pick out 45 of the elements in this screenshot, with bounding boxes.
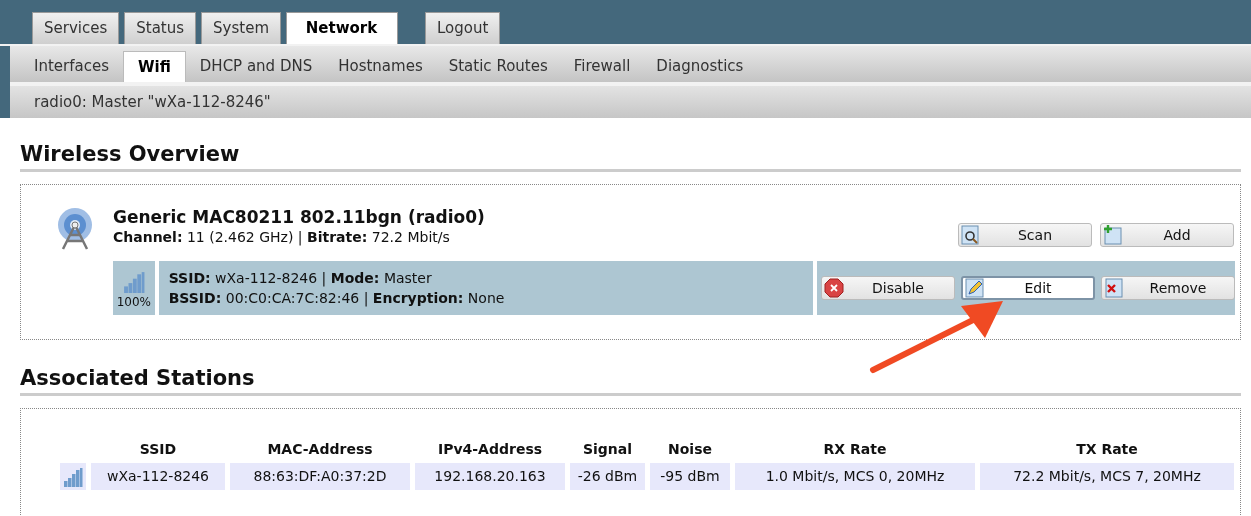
column-header: TX Rate [1075,440,1139,460]
nav-tab[interactable]: Status [124,12,197,44]
section-heading: Associated Stations [20,366,1241,397]
action-button[interactable]: Add [1100,223,1234,248]
column-header: Noise [667,440,713,460]
sub-tab[interactable]: Interfaces [22,51,121,82]
breadcrumb: radio0: Master "wXa-112-8246" [10,86,1251,118]
nav-tab[interactable]: Logout [425,12,501,44]
table-cell: 1.0 Mbit/s, MCS 0, 20MHz [735,463,975,491]
column-header: RX Rate [822,440,888,460]
network-line: SSID: wXa-112-8246 | Mode: Master [168,268,433,289]
action-button[interactable]: Disable [821,276,955,301]
sub-tab[interactable]: Wifi [123,51,186,82]
sub-tab[interactable]: Diagnostics [644,51,756,82]
action-button[interactable]: Edit [961,276,1095,301]
stop-icon [824,278,844,299]
pencil-icon [965,278,985,299]
close-icon [1104,278,1124,299]
nav-tab[interactable]: Services [32,12,120,44]
table-cell: -95 dBm [650,463,730,491]
signal-icon [122,271,145,294]
action-button[interactable]: Remove [1101,276,1235,301]
nav-tab[interactable]: System [201,12,281,44]
device-title: Generic MAC80211 802.11bgn (radio0) [113,207,486,228]
table-cell: 88:63:DF:A0:37:2D [230,463,410,491]
column-header: IPv4-Address [436,440,544,460]
sub-tab[interactable]: Static Routes [436,51,560,82]
column-header: SSID [138,440,178,460]
column-header: MAC-Address [266,440,374,460]
device-details: Channel: 11 (2.462 GHz) | Bitrate: 72.2 Mbit/s [113,227,451,246]
table-cell: 72.2 Mbit/s, MCS 7, 20MHz [980,463,1234,491]
network-line: BSSID: 00:C0:CA:7C:82:46 | Encryption: None [168,289,506,309]
sub-tab[interactable]: Hostnames [326,51,435,82]
add-icon [1103,225,1123,246]
sub-tab[interactable]: DHCP and DNS [187,51,325,82]
column-header: Signal [581,440,634,460]
table-cell: -26 dBm [570,463,645,491]
sub-tab[interactable]: Firewall [561,51,643,82]
table-cell: 192.168.20.163 [415,463,565,491]
nav-tab[interactable]: Network [286,12,398,44]
section-heading: Wireless Overview [20,142,1241,173]
signal-percent: 100% [116,294,151,312]
action-button[interactable]: Scan [958,223,1092,248]
search-icon [961,225,981,246]
table-cell: wXa-112-8246 [91,463,225,491]
